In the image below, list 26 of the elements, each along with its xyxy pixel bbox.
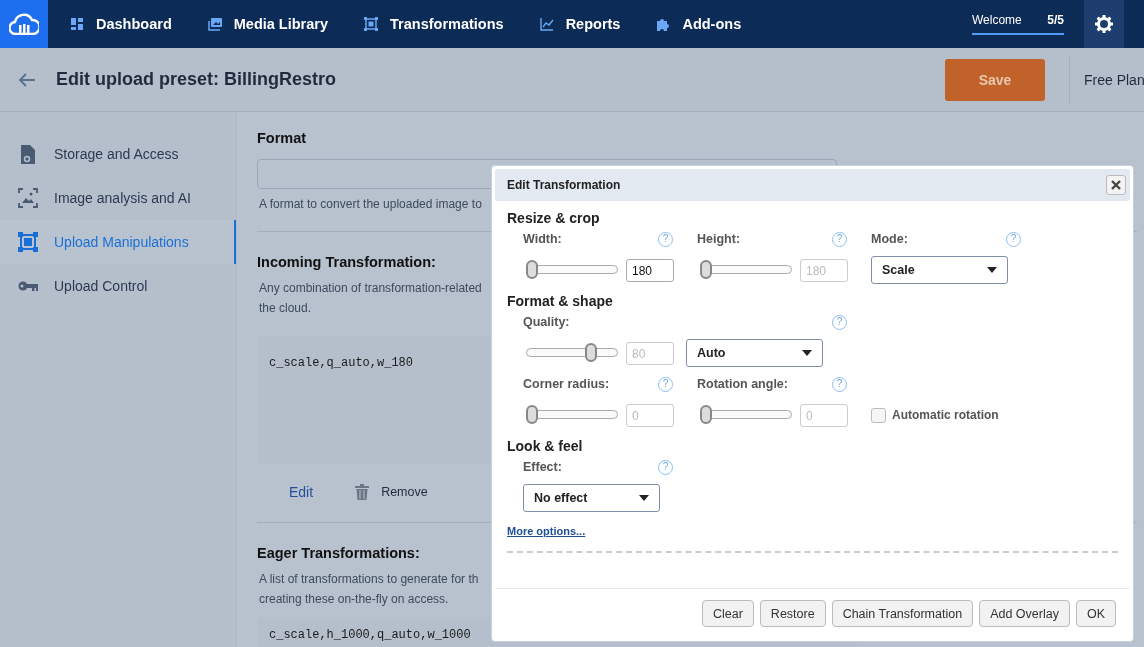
page-title: Edit upload preset: BillingRestro — [56, 69, 337, 90]
field-label: Height: — [697, 232, 741, 246]
description-text: creating these on-the-fly on access. — [259, 591, 449, 608]
section-heading: Format & shape — [507, 293, 614, 309]
description-text: Any combination of transformation-related — [259, 280, 482, 297]
field-label: Corner radius: — [523, 377, 610, 391]
field-label: Rotation angle: — [697, 377, 788, 391]
checkbox-label: Automatic rotation — [892, 408, 999, 422]
section-title: Format — [257, 130, 307, 146]
field-label: Effect: — [523, 460, 562, 474]
section-title: Eager Transformations: — [257, 545, 420, 561]
field-label: Width: — [523, 232, 562, 246]
plan-label: Free Plan — [1084, 71, 1144, 88]
field-label: Mode: — [871, 232, 908, 246]
section-heading: Look & feel — [507, 438, 584, 454]
description-text: the cloud. — [259, 300, 312, 317]
code-text: c_scale,q_auto,w_180 — [269, 356, 414, 370]
code-text: c_scale,h_1000,q_auto,w_1000 — [269, 628, 471, 642]
dialog-title: Edit Transformation — [507, 178, 621, 192]
section-title: Incoming Transformation: — [257, 254, 436, 270]
welcome-label: Welcome — [972, 13, 1022, 27]
welcome-count: 5/5 — [1047, 13, 1064, 27]
section-heading: Resize & crop — [507, 210, 601, 226]
description-text: A list of transformations to generate for th — [259, 571, 479, 588]
field-label: Quality: — [523, 315, 570, 329]
hint-text: A format to convert the uploaded image to — [259, 197, 482, 211]
